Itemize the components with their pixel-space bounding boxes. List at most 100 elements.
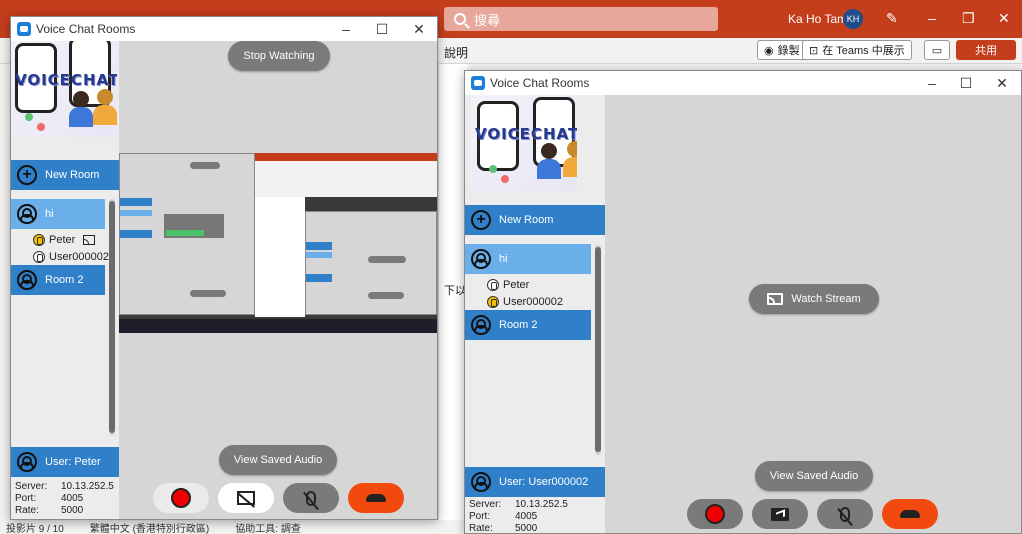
watch-stream-label: Watch Stream <box>791 293 861 305</box>
new-room-button[interactable]: + New Room <box>11 160 119 190</box>
member-peter: Peter <box>487 277 529 293</box>
member-user000002: User000002 <box>487 294 563 310</box>
record-button[interactable] <box>153 483 209 513</box>
member-name: Peter <box>503 279 530 291</box>
scrollbar-thumb[interactable] <box>109 201 115 433</box>
pen-icon[interactable]: ✎ <box>886 10 898 27</box>
mute-button[interactable] <box>817 499 873 529</box>
stream-preview <box>119 153 437 333</box>
maximize-icon[interactable]: ☐ <box>367 19 397 39</box>
current-user-label: User: Peter <box>45 456 101 468</box>
hang-up-button[interactable] <box>882 499 938 529</box>
restore-icon[interactable]: ❐ <box>962 10 975 27</box>
minimize-icon[interactable]: – <box>331 19 361 39</box>
current-user-bar: User: Peter <box>11 447 119 477</box>
member-name: Peter <box>49 234 76 246</box>
voicechat-banner: VOICECHAT <box>471 95 577 191</box>
current-user-label: User: User000002 <box>499 476 589 488</box>
new-room-label: New Room <box>45 169 100 181</box>
menu-help[interactable]: 說明 <box>444 44 468 61</box>
teams-label: 在 Teams 中展示 <box>822 45 905 57</box>
server-port: 4005 <box>515 511 538 522</box>
hang-up-icon <box>900 510 920 518</box>
cast-icon <box>83 235 96 245</box>
minimize-icon[interactable]: – <box>928 10 936 26</box>
app-icon <box>17 22 31 36</box>
group-icon <box>471 315 491 335</box>
room-item-room-2[interactable]: Room 2 <box>465 310 591 340</box>
accessibility-status: 協助工具: 調查 <box>235 523 301 534</box>
comment-icon: ▭ <box>931 44 943 57</box>
record-button[interactable] <box>687 499 743 529</box>
room-item-hi[interactable]: hi <box>465 244 591 274</box>
mute-button[interactable] <box>283 483 339 513</box>
avatar[interactable]: KH <box>843 9 863 29</box>
minimize-icon[interactable]: – <box>917 73 947 93</box>
room-name: hi <box>499 253 508 265</box>
account-name[interactable]: Ka Ho Tam <box>788 12 847 26</box>
record-icon: ◉ <box>764 44 774 57</box>
comment-button[interactable]: ▭ <box>924 40 950 60</box>
mic-off-icon <box>306 490 316 506</box>
right-voice-chat-window: Voice Chat Rooms – ☐ ✕ VOICECHAT + New R… <box>464 70 1022 534</box>
hang-up-icon <box>366 494 386 502</box>
server-info: Server: 10.13.252.5 Port: 4005 Rate: 5000 <box>15 481 114 516</box>
current-user-bar: User: User000002 <box>465 467 605 497</box>
member-name: User000002 <box>503 296 563 308</box>
plus-icon: + <box>471 210 491 230</box>
teams-icon: ⊡ <box>809 44 819 57</box>
mic-off-icon <box>840 506 850 522</box>
server-address: 10.13.252.5 <box>515 499 568 510</box>
close-icon[interactable]: ✕ <box>404 19 434 39</box>
camera-off-icon <box>237 491 255 505</box>
window-titlebar: Voice Chat Rooms – ☐ ✕ <box>465 71 1021 95</box>
window-title: Voice Chat Rooms <box>36 22 136 36</box>
scrollbar-thumb[interactable] <box>595 247 601 452</box>
view-saved-audio-label: View Saved Audio <box>233 454 323 466</box>
screen-share-icon <box>771 507 789 521</box>
room-item-room-2[interactable]: Room 2 <box>11 265 105 295</box>
watch-stream-button[interactable]: Watch Stream <box>749 284 879 314</box>
server-address: 10.13.252.5 <box>61 481 114 492</box>
new-room-label: New Room <box>499 214 554 226</box>
present-in-teams-button[interactable]: ⊡ 在 Teams 中展示 <box>802 40 912 60</box>
room-sidebar: VOICECHAT + New Room hi Peter User000002… <box>465 95 605 533</box>
share-label: 共用 <box>975 45 997 57</box>
member-name: User000002 <box>49 251 109 263</box>
preview-window <box>305 211 437 315</box>
search-placeholder: 搜尋 <box>474 12 501 28</box>
app-icon <box>471 76 485 90</box>
stop-watching-button[interactable]: Stop Watching <box>228 41 330 71</box>
camera-off-button[interactable] <box>218 483 274 513</box>
view-saved-audio-label: View Saved Audio <box>769 470 859 482</box>
user-icon <box>33 251 45 263</box>
background-search-box[interactable]: 搜尋 <box>444 7 718 31</box>
voicechat-logo: VOICECHAT <box>15 71 117 89</box>
room-sidebar: VOICECHAT + New Room hi Peter User000002… <box>11 41 119 519</box>
record-label: 錄製 <box>777 45 800 57</box>
close-icon[interactable]: ✕ <box>987 73 1017 93</box>
view-saved-audio-button[interactable]: View Saved Audio <box>219 445 337 475</box>
share-button[interactable]: 共用 <box>956 40 1016 60</box>
group-icon <box>17 270 37 290</box>
group-icon <box>17 204 37 224</box>
status-bar: 投影片 9 / 10 繁體中文 (香港特別行政區) 協助工具: 調查 <box>0 520 464 534</box>
room-name: Room 2 <box>499 319 538 331</box>
hang-up-button[interactable] <box>348 483 404 513</box>
screen-share-button[interactable] <box>752 499 808 529</box>
language-status: 繁體中文 (香港特別行政區) <box>89 523 210 534</box>
record-button[interactable]: ◉ 錄製 <box>757 40 807 60</box>
user-icon <box>487 279 499 291</box>
member-user000002: User000002 <box>33 249 109 265</box>
plus-icon: + <box>17 165 37 185</box>
record-icon <box>705 504 725 524</box>
room-item-hi[interactable]: hi <box>11 199 105 229</box>
slide-counter: 投影片 9 / 10 <box>6 523 64 534</box>
new-room-button[interactable]: + New Room <box>465 205 605 235</box>
window-title: Voice Chat Rooms <box>490 76 590 90</box>
speaking-user-icon <box>33 234 45 246</box>
voicechat-banner: VOICECHAT <box>11 41 117 137</box>
close-icon[interactable]: ✕ <box>998 10 1010 27</box>
view-saved-audio-button[interactable]: View Saved Audio <box>755 461 873 491</box>
maximize-icon[interactable]: ☐ <box>951 73 981 93</box>
